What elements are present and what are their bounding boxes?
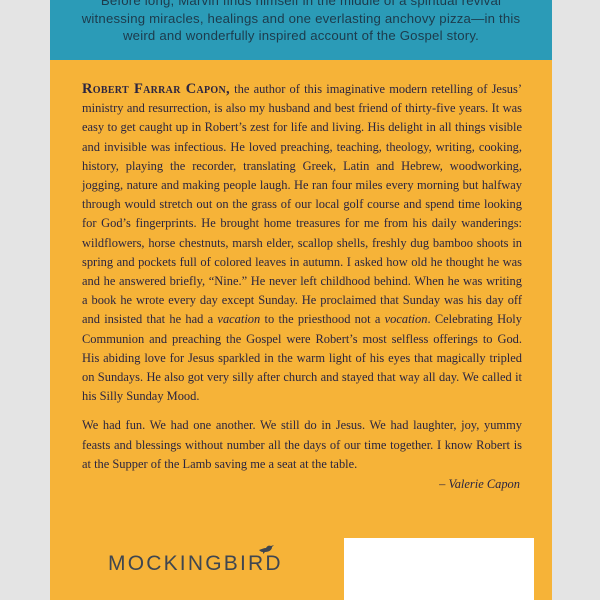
bird-icon [259, 545, 274, 554]
publisher-logo-text: MOCKINGBIRD [108, 552, 283, 575]
paragraph-2: We had fun. We had one another. We still… [82, 418, 522, 471]
blurb-line-1: Before long, Marvin finds himself in the… [100, 0, 502, 8]
paragraph-1: Robert Farrar Capon, the author of this … [82, 80, 522, 406]
blurb-text: Before long, Marvin finds himself in the… [70, 0, 532, 45]
italic-vacation: vacation [217, 312, 261, 327]
blurb-line-2: witnessing miracles, healings and one ev… [81, 10, 521, 26]
blurb-band: Before long, Marvin finds himself in the… [50, 0, 552, 60]
author-name: Robert Farrar Capon, [82, 81, 230, 97]
publisher-logo: MOCKINGBIRD [108, 545, 283, 575]
italic-vocation: vocation [384, 312, 428, 327]
paragraph-1-text-b: to the priesthood not a [260, 312, 385, 327]
signature: – Valerie Capon [439, 477, 520, 492]
blurb-line-3: weird and wonderfully inspired account o… [122, 28, 480, 43]
paragraph-1-text-a: the author of this imaginative modern re… [82, 82, 522, 327]
testimonial-text: Robert Farrar Capon, the author of this … [82, 80, 522, 494]
barcode-area [344, 538, 534, 600]
book-back-cover: Before long, Marvin finds himself in the… [50, 0, 552, 600]
